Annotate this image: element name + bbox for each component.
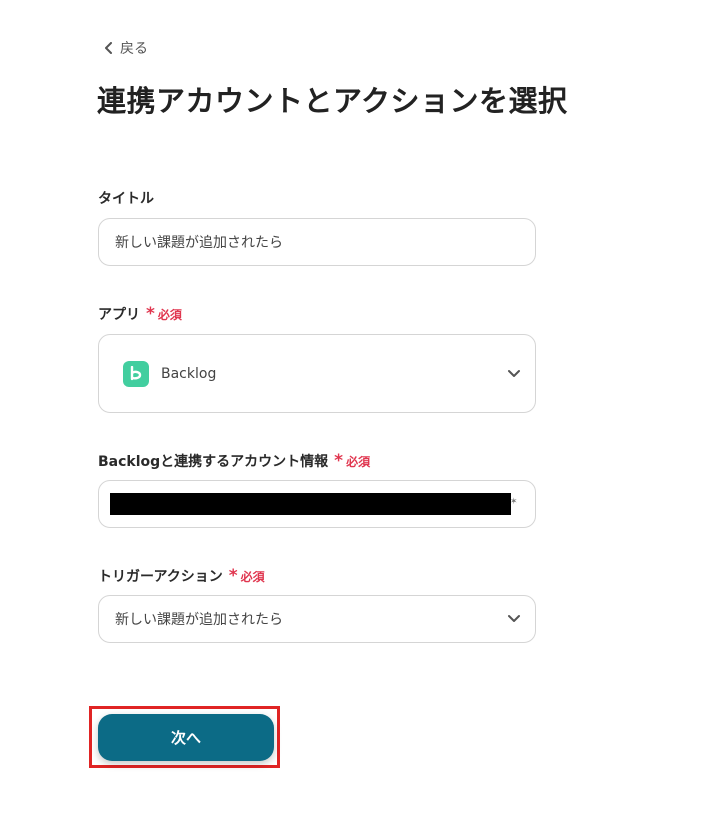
backlog-logo-icon <box>123 360 149 387</box>
required-text: 必須 <box>157 307 182 322</box>
app-field-label: アプリ * 必須 <box>98 304 182 324</box>
chevron-down-icon <box>508 369 520 377</box>
redacted-account-value <box>110 493 511 515</box>
app-select-value: Backlog <box>161 365 217 382</box>
required-text: 必須 <box>346 454 371 469</box>
app-select[interactable]: Backlog <box>98 334 536 413</box>
back-label: 戻る <box>120 41 148 57</box>
required-asterisk: * <box>334 450 344 471</box>
app-label-text: アプリ <box>98 307 140 323</box>
required-asterisk: * <box>228 565 238 586</box>
required-asterisk: * <box>146 303 155 324</box>
required-badge: * 必須 <box>228 565 265 586</box>
account-select[interactable]: ✶ <box>98 480 536 528</box>
redaction-fragment: ✶ <box>510 497 518 507</box>
next-button[interactable]: 次へ <box>98 714 274 761</box>
account-label-text: Backlogと連携するアカウント情報 <box>98 454 329 470</box>
trigger-select-value: 新しい課題が追加されたら <box>115 612 283 628</box>
required-text: 必須 <box>240 569 265 584</box>
title-input[interactable]: 新しい課題が追加されたら <box>98 218 536 266</box>
back-link[interactable]: 戻る <box>104 38 148 58</box>
trigger-field-label: トリガーアクション * 必須 <box>98 566 265 586</box>
account-field-label: Backlogと連携するアカウント情報 * 必須 <box>98 451 370 471</box>
required-badge: * 必須 <box>146 303 182 324</box>
chevron-down-icon <box>508 615 520 622</box>
trigger-action-select[interactable]: 新しい課題が追加されたら <box>98 595 536 643</box>
trigger-label-text: トリガーアクション <box>98 569 223 585</box>
page-title: 連携アカウントとアクションを選択 <box>97 84 568 118</box>
title-field-label: タイトル <box>98 188 154 208</box>
required-badge: * 必須 <box>334 450 371 471</box>
chevron-left-icon <box>104 42 114 54</box>
title-input-value: 新しい課題が追加されたら <box>115 235 283 251</box>
title-label-text: タイトル <box>98 191 154 207</box>
